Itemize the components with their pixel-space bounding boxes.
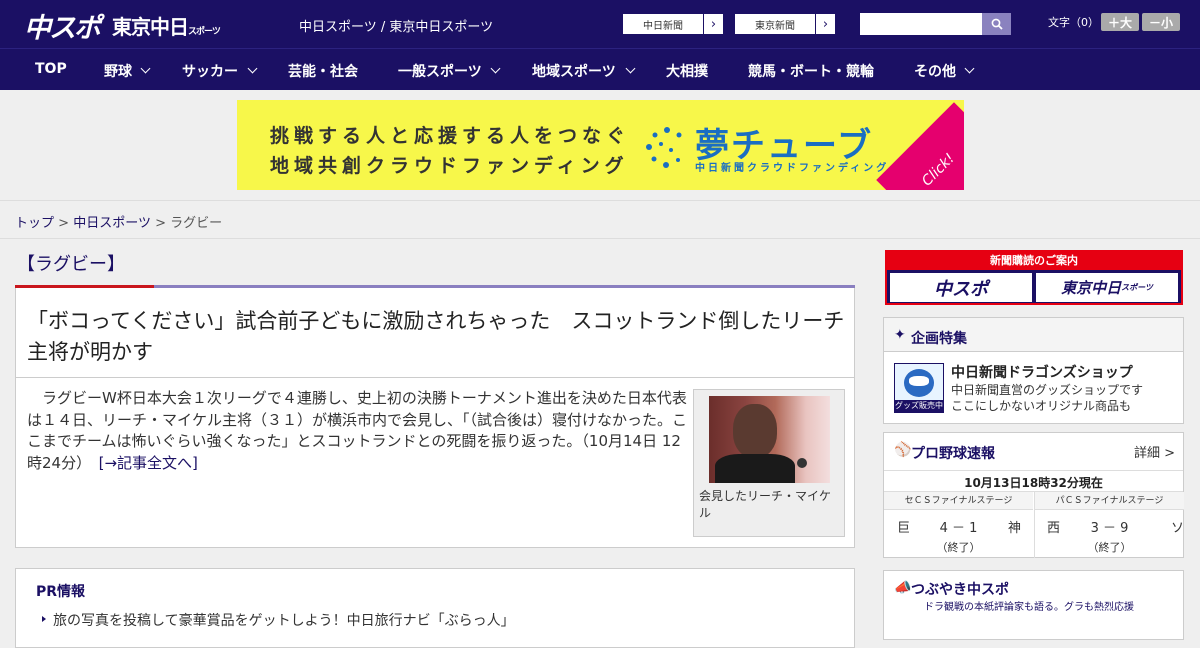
feature-box: ✦ 企画特集 グッズ販売中 中日新聞ドラゴンズショップ 中日新聞直営のグッズショ…	[883, 317, 1184, 424]
font-size-label: 文字（0）	[1048, 16, 1099, 29]
tokyo-chunichi-logo[interactable]: 東京中日スポーツ	[112, 11, 221, 40]
article-photo-image	[709, 396, 830, 483]
pr-title: PR情報	[36, 584, 86, 600]
tokyo-logo-text: 東京中日	[112, 15, 189, 39]
subscription-box: 新聞購読のご案内 中スポ 東京中日 スポーツ	[885, 250, 1183, 305]
banner-brand-sub: 中日新聞クラウドファンディング	[695, 163, 890, 174]
chevron-down-icon	[140, 63, 151, 74]
tokyo-shimbun-label: 東京新聞	[755, 20, 795, 32]
site-names: 中日スポーツ / 東京中日スポーツ	[299, 20, 494, 35]
feature-header: ✦ 企画特集	[884, 318, 1183, 352]
chuspo-logo[interactable]: 中スポ	[24, 6, 101, 45]
chunichi-shimbun-button[interactable]: 中日新聞 ›	[622, 13, 724, 35]
read-more-link[interactable]: [→記事全文へ]	[99, 454, 198, 472]
tweet-header: 📣 つぶやき中スポ ドラ観戦の本紙評論家も語る。グラも熱烈応援	[884, 571, 1183, 613]
nav-others[interactable]: その他	[914, 61, 956, 81]
game-cell[interactable]: パＣＳファイナルステージ 西 3 － 9 ソ （終了）	[1034, 492, 1184, 558]
article-box: 「ボコってください」試合前子どもに激励されちゃった スコットランド倒したリーチ主…	[15, 288, 855, 548]
breadcrumb-top[interactable]: トップ	[15, 216, 54, 231]
breadcrumb-bar: トップ > 中日スポーツ > ラグビー	[0, 200, 1200, 239]
article-summary: ラグビーW杯日本大会１次リーグで４連勝し、史上初の決勝トーナメント進出を決めた日…	[27, 388, 687, 474]
person-shirt	[715, 454, 795, 483]
nav-racing[interactable]: 競馬・ボート・競輪	[748, 61, 874, 81]
chevron-right-icon: ›	[703, 14, 723, 34]
score-grid: セＣＳファイナルステージ 巨 4 － 1 神 （終了） パＣＳファイナルステージ…	[884, 491, 1184, 558]
baseball-icon: ⚾	[894, 442, 912, 458]
search-box	[860, 13, 1011, 35]
person-head	[733, 404, 777, 458]
subscription-title: 新聞購読のご案内	[887, 252, 1181, 270]
nav-top[interactable]: TOP	[35, 61, 67, 77]
subscribe-tokyo-text: 東京中日	[1061, 279, 1122, 297]
tokyo-logo-small: スポーツ	[188, 27, 221, 37]
breadcrumb-current: ラグビー	[170, 216, 223, 231]
chunichi-shimbun-label: 中日新聞	[643, 20, 683, 32]
divider	[16, 377, 854, 378]
mascot-eyes	[909, 376, 929, 386]
dragons-shop-image[interactable]: グッズ販売中	[894, 363, 944, 413]
game-status: （終了）	[936, 541, 981, 554]
shop-desc-line1: 中日新聞直営のグッズショップです	[951, 383, 1144, 397]
banner-line1: 挑戦する人と応援する人をつなぐ	[270, 125, 631, 147]
shop-desc-line2: ここにしかないオリジナル商品も	[951, 399, 1132, 413]
baseball-update-time: 10月13日18時32分現在	[884, 470, 1183, 491]
tweet-title[interactable]: つぶやき中スポ	[911, 579, 1009, 599]
breadcrumb-chuspo[interactable]: 中日スポーツ	[73, 216, 151, 231]
breadcrumb-separator: >	[155, 216, 166, 231]
baseball-scores-box: ⚾ プロ野球速報 詳細 > 10月13日18時32分現在 セＣＳファイナルステー…	[883, 432, 1184, 558]
dragons-shop-link[interactable]: 中日新聞ドラゴンズショップ	[951, 362, 1133, 382]
baseball-title: プロ野球速報	[911, 446, 995, 462]
site-header: 中スポ 東京中日スポーツ 中日スポーツ / 東京中日スポーツ 中日新聞 › 東京…	[0, 0, 1200, 48]
chevron-down-icon	[490, 63, 501, 74]
baseball-detail-link[interactable]: 詳細 >	[1134, 442, 1175, 461]
nav-baseball[interactable]: 野球	[104, 61, 132, 81]
font-larger-button[interactable]: ＋大	[1101, 13, 1139, 31]
chevron-down-icon	[625, 63, 636, 74]
dots-logo-icon	[646, 127, 682, 168]
pr-box: PR情報 旅の写真を投稿して豪華賞品をゲットしよう！中日旅行ナビ「ぶらっ人」	[15, 568, 855, 648]
nav-sumo[interactable]: 大相撲	[666, 61, 708, 81]
article-photo[interactable]: 会見したリーチ・マイケル	[693, 389, 845, 537]
crowdfunding-banner[interactable]: 挑戦する人と応援する人をつなぐ 地域共創クラウドファンディング 夢チューブ 中日…	[237, 100, 964, 190]
subscribe-tokyo-small: スポーツ	[1121, 283, 1153, 292]
game-stage: セＣＳファイナルステージ	[884, 492, 1033, 510]
nav-soccer[interactable]: サッカー	[182, 61, 238, 81]
triangle-bullet-icon	[42, 616, 46, 622]
search-icon	[991, 18, 1003, 30]
tweet-subtitle: ドラ観戦の本紙評論家も語る。グラも熱烈応援	[924, 602, 1134, 613]
font-smaller-button[interactable]: －小	[1142, 13, 1180, 31]
microphone-icon	[797, 458, 807, 468]
feature-title: 企画特集	[911, 331, 967, 347]
breadcrumb-separator: >	[58, 216, 70, 231]
megaphone-icon: 📣	[894, 580, 912, 596]
nav-general-sports[interactable]: 一般スポーツ	[398, 61, 482, 81]
away-team: ソ	[1171, 521, 1185, 536]
game-score: 3 － 9	[1090, 521, 1129, 536]
category-title: 【ラグビー】	[17, 254, 125, 275]
game-cell[interactable]: セＣＳファイナルステージ 巨 4 － 1 神 （終了）	[884, 492, 1034, 558]
game-status: （終了）	[1087, 541, 1132, 554]
chevron-down-icon	[964, 63, 975, 74]
ribbon-icon: ✦	[894, 327, 906, 343]
photo-caption: 会見したリーチ・マイケル	[699, 489, 832, 520]
breadcrumb: トップ > 中日スポーツ > ラグビー	[15, 212, 222, 231]
search-input[interactable]	[860, 13, 982, 35]
banner-line2: 地域共創クラウドファンディング	[270, 155, 629, 177]
nav-entertainment[interactable]: 芸能・社会	[288, 61, 358, 81]
tokyo-shimbun-button[interactable]: 東京新聞 ›	[734, 13, 836, 35]
subscribe-chuspo-button[interactable]: 中スポ	[890, 273, 1032, 302]
pr-link[interactable]: 旅の写真を投稿して豪華賞品をゲットしよう！中日旅行ナビ「ぶらっ人」	[53, 610, 515, 630]
nav-local-sports[interactable]: 地域スポーツ	[532, 61, 616, 81]
chevron-right-icon: ›	[815, 14, 835, 34]
goods-label: グッズ販売中	[895, 400, 943, 412]
away-team: 神	[1008, 521, 1022, 536]
game-stage: パＣＳファイナルステージ	[1035, 492, 1184, 510]
dragons-shop-desc: 中日新聞直営のグッズショップです ここにしかないオリジナル商品も	[951, 382, 1143, 414]
subscribe-tokyo-button[interactable]: 東京中日 スポーツ	[1036, 273, 1178, 302]
global-nav: TOP 野球 サッカー 芸能・社会 一般スポーツ 地域スポーツ 大相撲 競馬・ボ…	[0, 48, 1200, 90]
article-headline: 「ボコってください」試合前子どもに激励されちゃった スコットランド倒したリーチ主…	[27, 309, 845, 364]
search-button[interactable]	[982, 13, 1011, 35]
chevron-down-icon	[247, 63, 258, 74]
